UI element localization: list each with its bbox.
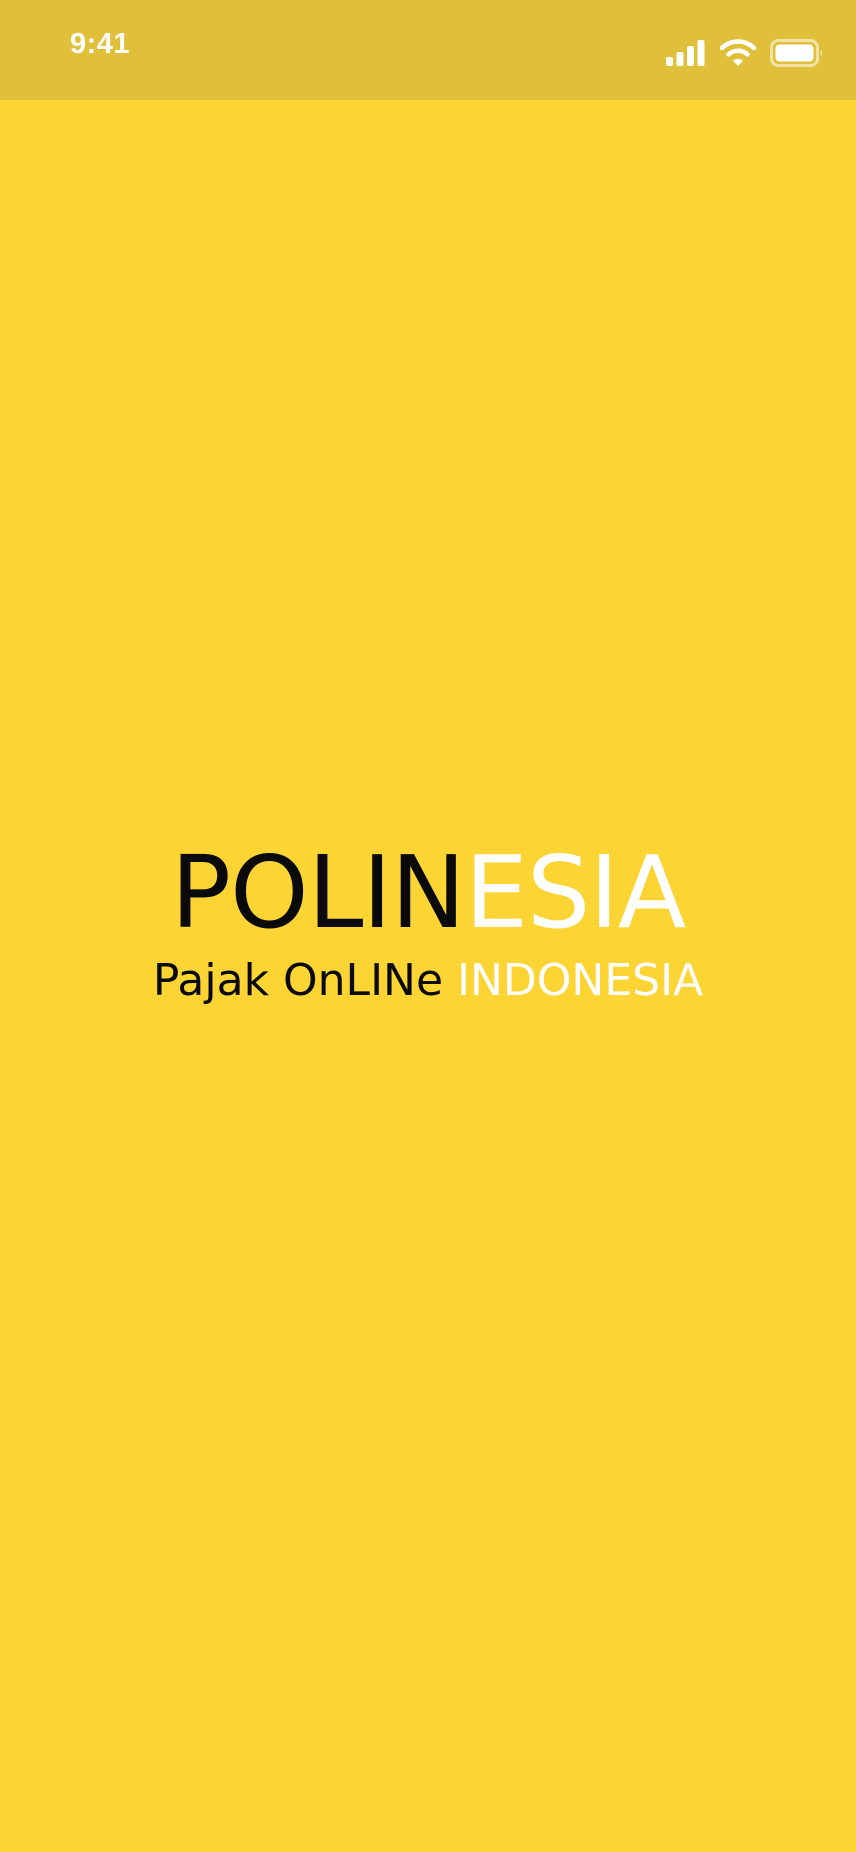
battery-icon [770,39,822,67]
logo-part-light: ESIA [464,834,687,951]
status-bar: 9:41 [0,0,856,100]
app-logo: POLINESIA [0,838,856,948]
logo-part-dark: POLIN [170,834,466,951]
status-time: 9:41 [70,28,131,60]
tagline-part-light: INDONESIA [457,955,704,1006]
app-tagline: Pajak OnLINe INDONESIA [0,954,856,1008]
splash-content: POLINESIA Pajak OnLINe INDONESIA [0,838,856,1008]
tagline-part-dark: Pajak OnLINe [152,955,458,1006]
cellular-signal-icon [666,40,705,66]
wifi-icon [720,39,756,66]
status-icons [666,38,824,68]
